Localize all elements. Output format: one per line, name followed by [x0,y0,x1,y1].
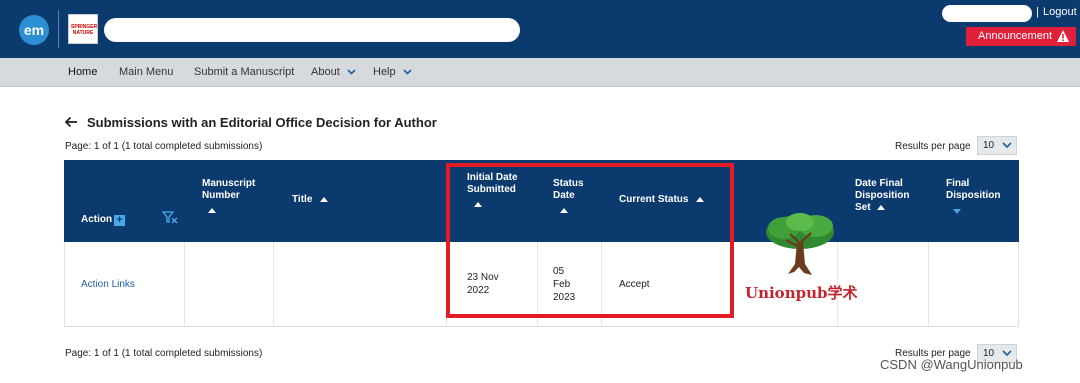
column-divider [273,242,274,327]
col-final-disposition-label: Final Disposition [946,178,1001,201]
pagination-info-bottom: Page: 1 of 1 (1 total completed submissi… [65,348,263,359]
logout-link[interactable]: Logout [1043,6,1077,18]
col-action: Action + [81,214,126,226]
nav-submit-manuscript[interactable]: Submit a Manuscript [194,66,294,78]
em-logo[interactable]: em [19,15,49,45]
col-manuscript-number[interactable]: Manuscript Number [202,178,272,217]
tree-logo-icon [766,213,834,275]
chevron-down-icon [347,69,356,75]
expand-plus-icon[interactable]: + [114,215,126,226]
nav-about-label: About [311,66,340,78]
nav-help[interactable]: Help [373,66,412,78]
results-per-page-select-top[interactable]: 10 [977,136,1017,155]
back-arrow-icon[interactable] [64,116,78,128]
col-final-disposition[interactable]: Final Disposition [946,178,1012,218]
pagination-info-top: Page: 1 of 1 (1 total completed submissi… [65,141,263,152]
announcement-button[interactable]: Announcement [966,27,1076,46]
csdn-watermark: CSDN @WangUnionpub [880,357,1023,372]
results-per-page-label-top: Results per page [895,141,971,152]
watermark-brand: Unionpub学术 [745,284,858,302]
main-nav: Home Main Menu Submit a Manuscript About… [0,58,1080,87]
nav-home[interactable]: Home [68,66,97,78]
results-per-page-value: 10 [983,140,995,151]
publisher-logo: SPRINGER NATURE [68,14,98,44]
sort-asc-icon [208,207,216,213]
sort-asc-icon [877,204,886,210]
nav-help-label: Help [373,66,396,78]
top-header-bar: em SPRINGER NATURE | Logout Announcement [0,0,1080,58]
header-divider [58,10,59,48]
col-title-label: Title [292,194,313,205]
journal-name-redacted [104,18,520,42]
col-title[interactable]: Title [292,194,329,206]
column-divider [928,242,929,327]
chevron-down-icon [1002,142,1012,149]
warning-icon [1057,30,1069,42]
column-divider [184,242,185,327]
col-action-label: Action [81,214,113,225]
nav-main-menu[interactable]: Main Menu [119,66,173,78]
nav-about[interactable]: About [311,66,356,78]
clear-filter-icon[interactable] [162,211,178,224]
col-manuscript-number-label: Manuscript Number [202,178,256,201]
chevron-down-icon [403,69,412,75]
action-links[interactable]: Action Links [81,278,135,291]
page-title: Submissions with an Editorial Office Dec… [87,115,437,130]
highlight-box [446,163,734,318]
announcement-label: Announcement [978,30,1052,42]
sort-desc-icon [953,208,961,214]
sort-asc-icon [320,196,329,202]
chevron-down-icon [1002,350,1012,357]
col-date-final-disposition[interactable]: Date Final Disposition Set [855,178,927,214]
header-separator: | [1036,6,1039,18]
username-redacted [942,5,1032,22]
